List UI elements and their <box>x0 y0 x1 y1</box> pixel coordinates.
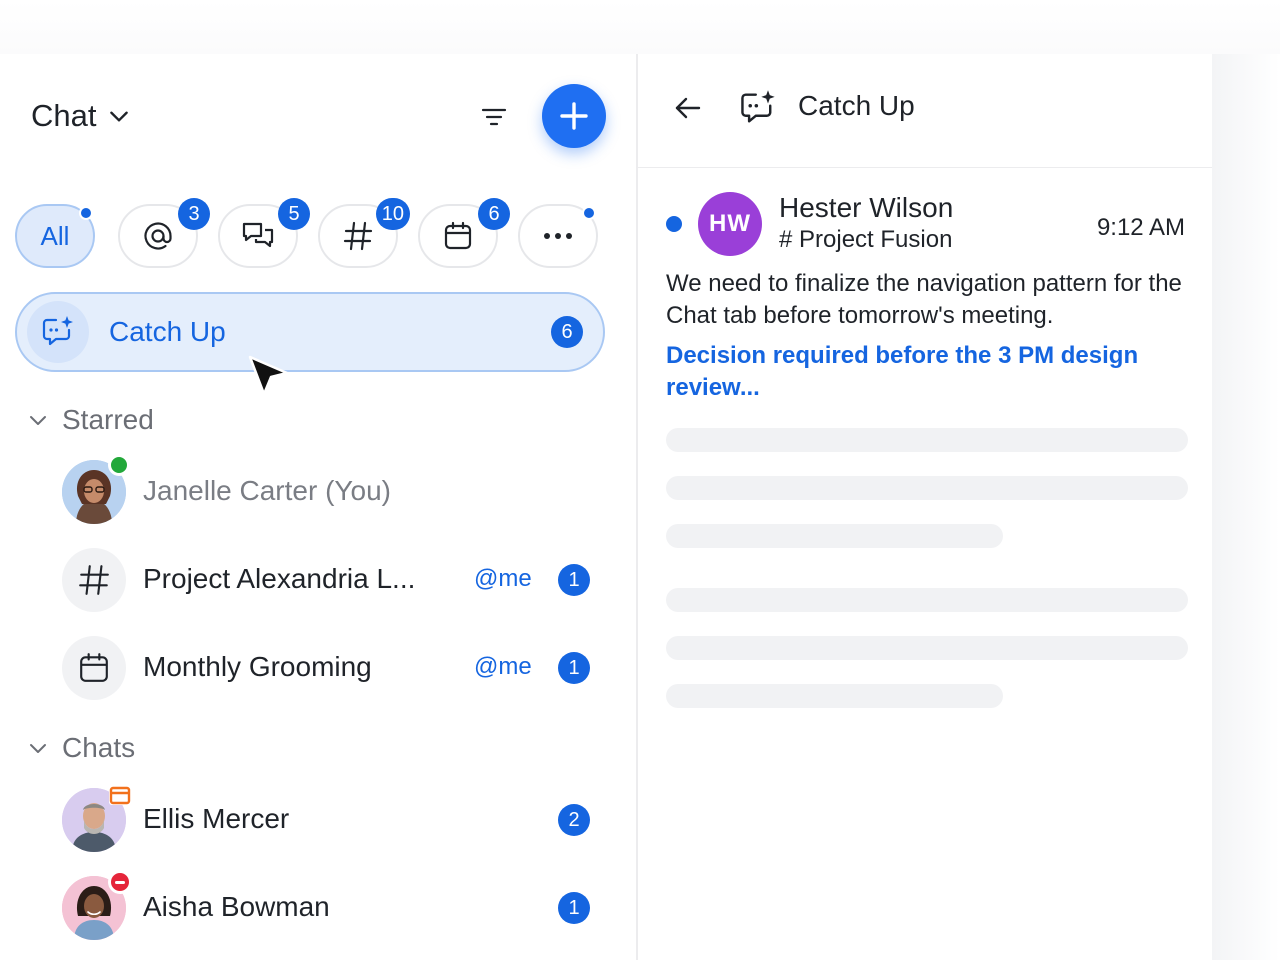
catch-up-count-badge: 6 <box>551 316 583 348</box>
chats-section-header[interactable]: Chats <box>28 732 135 764</box>
list-item-project-alexandria[interactable]: Project Alexandria L... @me 1 <box>62 548 602 612</box>
filter-icon[interactable] <box>478 102 510 132</box>
chats-section-title: Chats <box>62 732 136 763</box>
avatar <box>62 454 130 524</box>
loading-placeholder <box>666 524 1003 548</box>
channels-badge: 10 <box>375 198 410 230</box>
more-icon <box>544 233 572 239</box>
catch-up-header: Catch Up <box>638 54 1212 168</box>
loading-placeholder <box>666 428 1188 452</box>
filter-meetings-chip[interactable]: 6 <box>418 198 510 268</box>
sender-name[interactable]: Hester Wilson <box>779 192 953 224</box>
chat-name: Ellis Mercer <box>143 803 290 834</box>
at-icon <box>144 222 172 250</box>
hash-icon <box>79 565 109 595</box>
unread-count-badge: 1 <box>558 892 590 924</box>
channel-name[interactable]: # Project Fusion <box>779 226 952 254</box>
in-meeting-status-icon <box>108 784 132 806</box>
starred-section-title: Starred <box>62 404 154 435</box>
threads-badge: 5 <box>278 198 310 230</box>
message-timestamp: 9:12 AM <box>1096 214 1185 241</box>
panel-title: Catch Up <box>798 90 915 121</box>
catch-up-panel: Catch Up HW Hester Wilson # Project Fusi… <box>638 54 1212 960</box>
chat-title-dropdown[interactable]: Chat <box>31 98 132 134</box>
filter-all-label: All <box>40 220 70 251</box>
list-item-janelle-carter[interactable]: Janelle Carter (You) <box>62 454 602 524</box>
catch-up-icon <box>27 301 89 363</box>
avatar <box>62 785 131 852</box>
chevron-down-icon <box>106 103 132 129</box>
unread-dot <box>582 206 596 220</box>
avatar-initials: HW <box>709 210 751 237</box>
unread-dot <box>79 206 93 220</box>
meeting-avatar <box>62 636 126 700</box>
mouse-pointer-icon <box>247 354 291 403</box>
top-backdrop <box>0 0 1280 54</box>
avatar <box>62 870 132 940</box>
loading-placeholder <box>666 636 1188 660</box>
chat-name: Project Alexandria L... <box>143 563 416 594</box>
panel-shadow <box>1212 54 1280 960</box>
chevron-down-icon <box>30 744 46 753</box>
chat-name: Janelle Carter (You) <box>143 475 391 506</box>
loading-placeholder <box>666 476 1188 500</box>
mention-tag: @me <box>474 565 532 592</box>
list-item-aisha-bowman[interactable]: Aisha Bowman 1 <box>62 870 602 940</box>
message-text: We need to finalize the navigation patte… <box>666 270 1182 329</box>
plus-icon <box>560 102 588 130</box>
avatar[interactable]: HW <box>698 192 762 256</box>
unread-dot <box>666 216 682 232</box>
unread-count-badge: 1 <box>558 652 590 684</box>
unread-count-badge: 1 <box>558 564 590 596</box>
chevron-down-icon <box>30 416 46 425</box>
filter-threads-chip[interactable]: 5 <box>218 198 310 268</box>
unread-count-badge: 2 <box>558 804 590 836</box>
catch-up-label: Catch Up <box>109 316 226 347</box>
catch-up-icon <box>738 88 778 133</box>
mention-tag: @me <box>474 653 532 680</box>
back-arrow-icon[interactable] <box>672 92 704 124</box>
calendar-icon <box>80 653 108 682</box>
threads-icon <box>242 222 274 248</box>
summary-link[interactable]: Decision required before the 3 PM design… <box>666 340 1196 404</box>
loading-placeholder <box>666 684 1003 708</box>
chat-name: Monthly Grooming <box>143 651 372 682</box>
starred-section-header[interactable]: Starred <box>28 404 154 436</box>
online-status-icon <box>108 454 130 476</box>
mentions-badge: 3 <box>178 198 210 230</box>
filter-mentions-chip[interactable]: 3 <box>118 198 210 268</box>
list-item-ellis-mercer[interactable]: Ellis Mercer 2 <box>62 785 602 852</box>
filter-all-chip[interactable]: All <box>15 204 95 268</box>
meetings-badge: 6 <box>478 198 510 230</box>
filter-channels-chip[interactable]: 10 <box>318 198 410 268</box>
catch-up-item[interactable]: Catch Up 6 <box>15 292 605 372</box>
hash-icon <box>343 221 373 251</box>
new-chat-button[interactable] <box>542 84 606 148</box>
list-item-monthly-grooming[interactable]: Monthly Grooming @me 1 <box>62 636 602 700</box>
loading-placeholder <box>666 588 1188 612</box>
channel-avatar <box>62 548 126 612</box>
chat-name: Aisha Bowman <box>143 891 330 922</box>
calendar-icon <box>444 221 472 250</box>
do-not-disturb-icon <box>108 870 132 894</box>
page-title: Chat <box>31 98 97 133</box>
filter-more-chip[interactable] <box>518 204 598 268</box>
